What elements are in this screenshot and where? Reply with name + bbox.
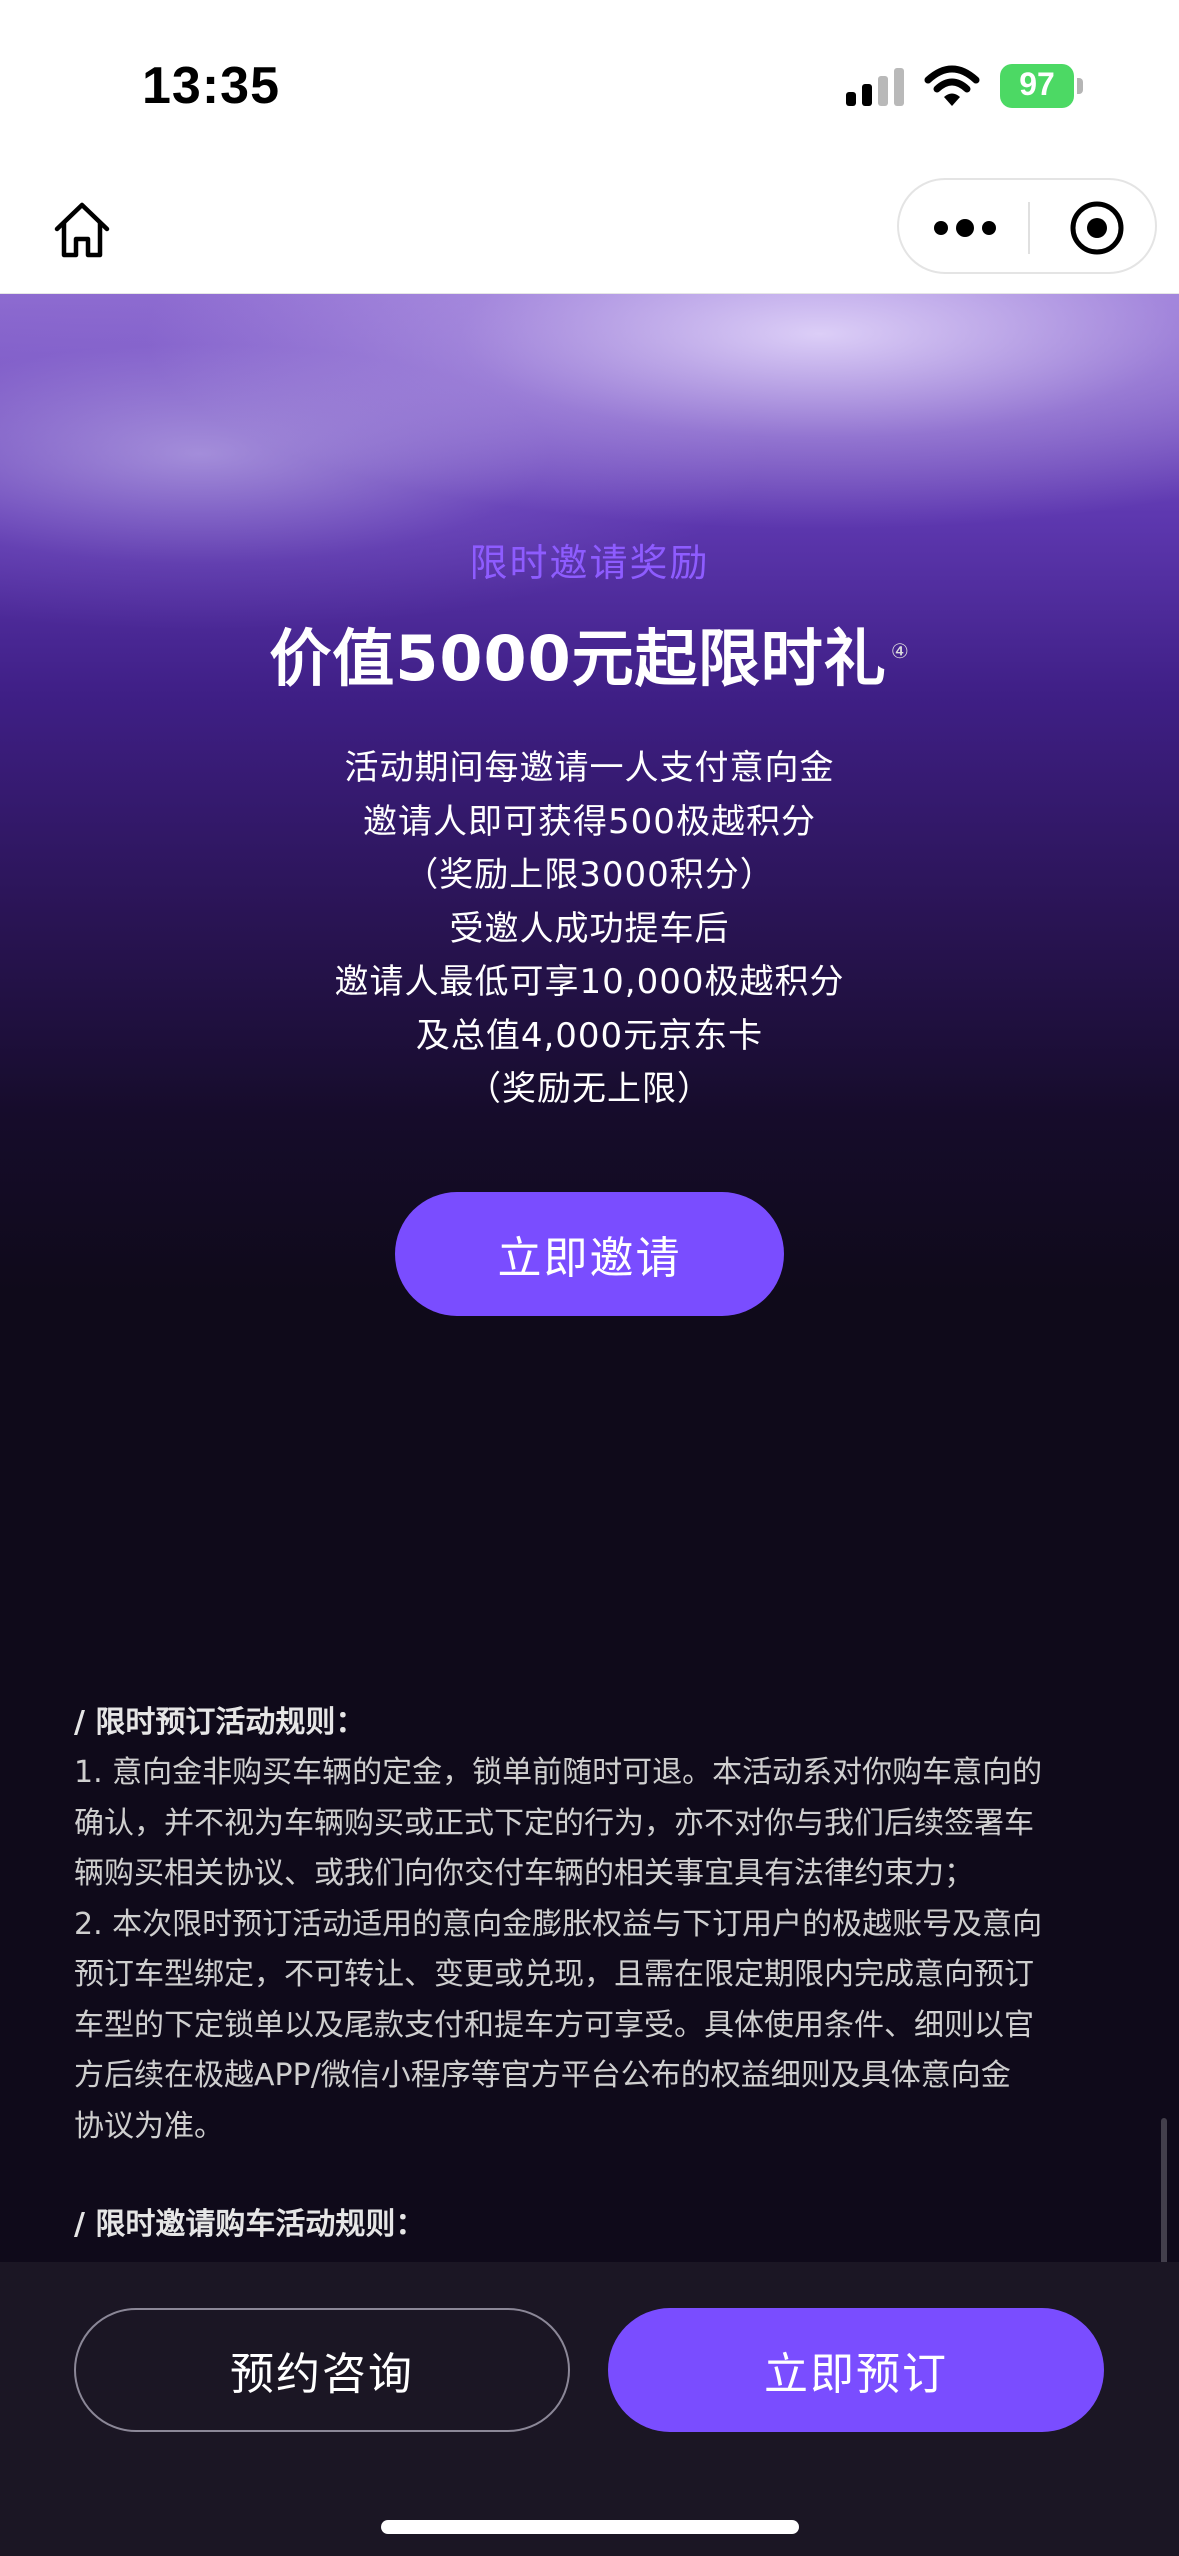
home-icon [54,202,110,258]
hero-title-text: 价值5000元起限时礼 [269,622,887,695]
hero-line: 邀请人最低可享10,000极越积分 [334,962,845,1002]
home-indicator[interactable] [381,2520,799,2534]
rules-line: 1. 意向金非购买车辆的定金，锁单前随时可退。本活动系对你购车意向的 [74,1755,1043,1790]
rules-line: 协议为准。 [74,2108,224,2144]
rules-heading-invite: / 限时邀请购车活动规则： [74,2207,426,2242]
home-button[interactable] [46,194,118,266]
signal-icon [846,68,906,108]
battery-level: 97 [1019,66,1055,102]
rules-line: 辆购买相关协议、或我们向你交付车辆的相关事宜具有法律约束力； [74,1856,974,1891]
hero-title: 价值5000元起限时礼 ④ [0,608,1179,698]
close-miniprogram-icon [1070,201,1124,255]
nav-bar [0,170,1179,294]
hero-description: 活动期间每邀请一人支付意向金 邀请人即可获得500极越积分 （奖励上限3000积… [0,742,1179,1117]
rules-line: 2. 本次限时预订活动适用的意向金膨胀权益与下订用户的极越账号及意向 [74,1906,1043,1942]
more-icon [934,219,996,237]
hero-line: 活动期间每邀请一人支付意向金 [344,748,835,788]
bottom-action-bar: 预约咨询 立即预订 [0,2262,1179,2556]
rules-heading-booking: / 限时预订活动规则： [74,1705,366,1740]
hero-line: 受邀人成功提车后 [449,908,730,949]
close-miniprogram-button[interactable] [1049,194,1145,262]
hero-title-footnote: ④ [890,639,910,664]
hero-banner: 限时邀请奖励 价值5000元起限时礼 ④ 活动期间每邀请一人支付意向金 邀请人即可… [0,294,1179,1316]
rules-spacer [74,2152,1110,2200]
rules-section: / 限时预订活动规则： 1. 意向金非购买车辆的定金，锁单前随时可退。本活动系对… [74,1698,1110,2250]
capsule-divider [1028,202,1030,254]
order-button[interactable]: 立即预订 [608,2308,1104,2432]
wifi-icon [924,64,980,108]
rules-line: 预订车型绑定，不可转让、变更或兑现，且需在限定期限内完成意向预订 [74,1957,1034,1992]
status-bar: 13:35 97 [0,0,1179,170]
more-button[interactable] [917,194,1013,262]
hero-line: （奖励上限3000积分） [404,855,775,895]
invite-button[interactable]: 立即邀请 [395,1192,784,1316]
hero-line: 邀请人即可获得500极越积分 [363,801,816,842]
consult-button[interactable]: 预约咨询 [74,2308,570,2432]
miniprogram-capsule [897,178,1157,274]
rules-line: 确认，并不视为车辆购买或正式下定的行为，亦不对你与我们后续签署车 [74,1805,1034,1841]
page: 13:35 97 限时邀请奖励 价值5000元起限时礼 ④ 活动期间每邀请一人支… [0,0,1179,2556]
hero-subtitle: 限时邀请奖励 [469,541,710,585]
status-time: 13:35 [142,57,280,115]
rules-line: 方后续在极越APP/微信小程序等官方平台公布的权益细则及具体意向金 [74,2058,1011,2093]
hero-line: （奖励无上限） [467,1069,712,1109]
hero-line: 及总值4,000元京东卡 [415,1015,764,1056]
rules-line: 车型的下定锁单以及尾款支付和提车方可享受。具体使用条件、细则以官 [74,2007,1034,2043]
battery-cap [1077,78,1083,94]
battery-icon: 97 [1000,64,1084,108]
